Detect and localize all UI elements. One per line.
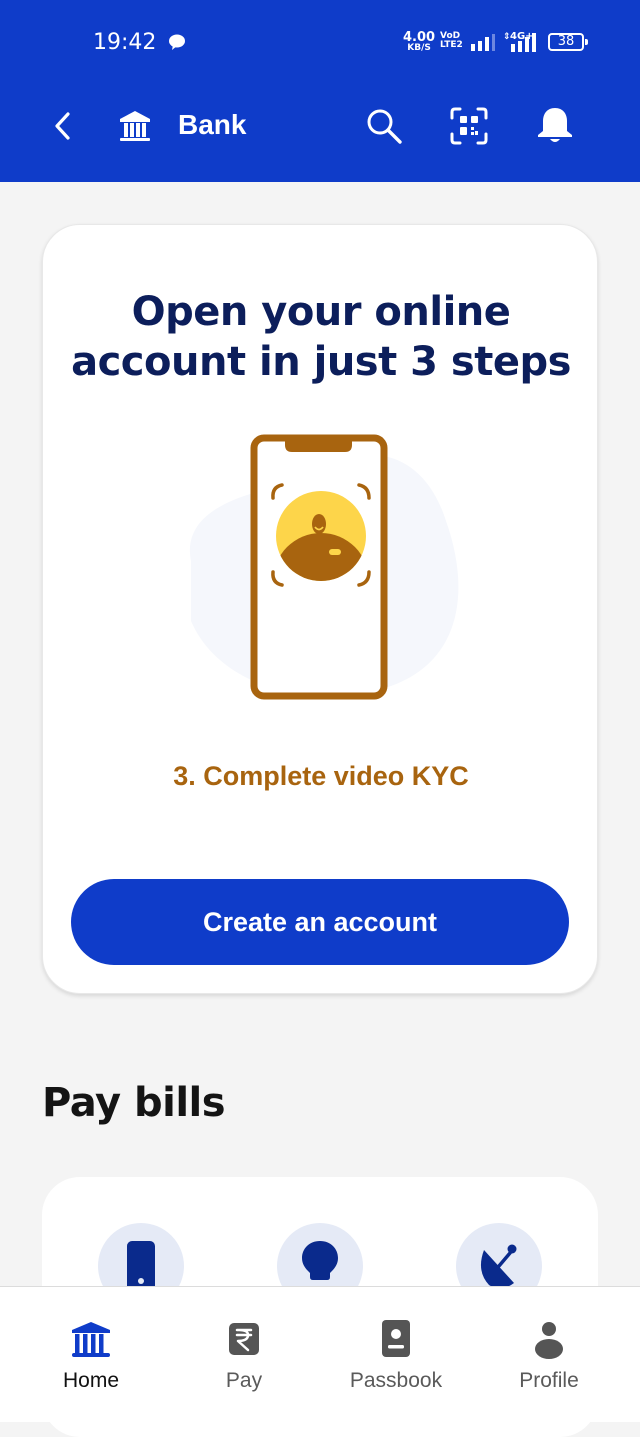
- nav-label-passbook: Passbook: [349, 1369, 443, 1392]
- nav-item-profile[interactable]: Profile: [469, 1287, 629, 1423]
- nav-label-profile: Profile: [519, 1369, 579, 1392]
- page-title: Bank: [178, 109, 247, 140]
- phone-notch: [285, 438, 352, 452]
- badge: [329, 549, 341, 555]
- chevron-left-icon[interactable]: [48, 108, 78, 144]
- create-account-button[interactable]: Create an account: [71, 879, 569, 965]
- video-kyc-illustration: [189, 434, 459, 700]
- rupee-icon: [229, 1323, 259, 1355]
- bank-icon: [120, 111, 150, 141]
- network-type: 4G+: [510, 31, 534, 42]
- nav-item-pay[interactable]: Pay: [164, 1287, 324, 1423]
- qr-scan-icon[interactable]: [448, 106, 490, 146]
- bottom-nav: Home Pay Passbook Profile: [0, 1286, 640, 1422]
- open-account-card: Open your online account in just 3 steps…: [42, 224, 598, 994]
- step-text: 3. Complete video KYC: [173, 761, 469, 791]
- nav-item-passbook[interactable]: Passbook: [316, 1287, 476, 1423]
- signal-sim2-icon: ⇕ 4G+: [503, 31, 536, 52]
- bell-icon[interactable]: [533, 104, 577, 146]
- nav-label-home: Home: [62, 1369, 120, 1392]
- nav-item-home[interactable]: Home: [11, 1287, 171, 1423]
- header: 19:42 4.00 KB/S VoD LTE2 ⇕ 4G+ 38 Bank: [0, 0, 640, 182]
- profile-icon: [535, 1322, 563, 1359]
- bank-icon: [72, 1322, 110, 1357]
- promo-title: Open your online account in just 3 steps: [71, 289, 571, 385]
- status-time: 19:42: [93, 30, 157, 55]
- pay-bills-heading: Pay bills: [42, 1080, 226, 1126]
- search-icon[interactable]: [364, 106, 404, 146]
- signal-sim1-icon: [471, 34, 495, 51]
- nav-label-pay: Pay: [225, 1369, 263, 1392]
- volte-indicator: VoD LTE2: [440, 31, 463, 50]
- network-speed: 4.00 KB/S: [403, 30, 436, 53]
- passbook-icon: [382, 1320, 410, 1357]
- status-bar: 19:42 4.00 KB/S VoD LTE2 ⇕ 4G+ 38: [0, 0, 640, 86]
- battery-indicator: 38: [548, 33, 588, 51]
- message-notification-icon: [169, 34, 185, 50]
- app-bar: Bank: [0, 86, 640, 166]
